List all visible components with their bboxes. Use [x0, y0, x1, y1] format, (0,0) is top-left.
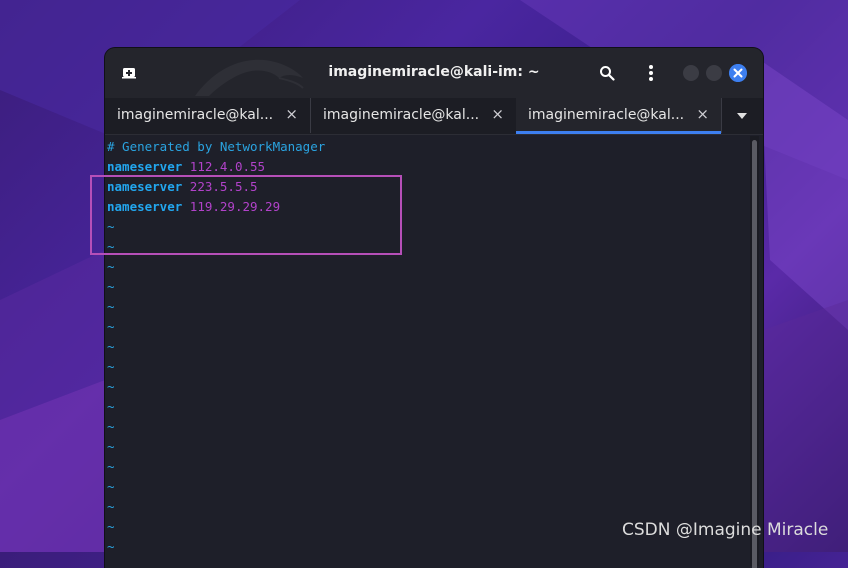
empty-line-marker: ~: [107, 479, 115, 494]
nameserver-ip: 112.4.0.55: [189, 159, 266, 174]
search-icon[interactable]: [599, 65, 615, 81]
nameserver-line: nameserver 112.4.0.55: [107, 157, 752, 177]
tab-bar: imaginemiracle@kal... × imaginemiracle@k…: [105, 98, 763, 135]
terminal-window: imaginemiracle@kali-im: ~ imaginemiracle…: [105, 48, 763, 568]
nameserver-keyword: nameserver: [107, 159, 183, 174]
tab-label: imaginemiracle@kal...: [323, 107, 480, 123]
tab-2[interactable]: imaginemiracle@kal... ×: [311, 98, 517, 133]
resolv-comment: # Generated by NetworkManager: [107, 139, 326, 154]
maximize-button[interactable]: [706, 65, 722, 81]
tab-close-icon[interactable]: ×: [285, 105, 298, 123]
empty-line-marker: ~: [107, 499, 115, 514]
tab-close-icon[interactable]: ×: [696, 105, 709, 123]
scrollbar[interactable]: [750, 136, 759, 568]
empty-line-marker: ~: [107, 419, 115, 434]
window-title: imaginemiracle@kali-im: ~: [328, 64, 540, 80]
empty-line-marker: ~: [107, 379, 115, 394]
empty-line-marker: ~: [107, 339, 115, 354]
tab-3-active[interactable]: imaginemiracle@kal... ×: [516, 98, 722, 134]
tab-label: imaginemiracle@kal...: [528, 107, 685, 123]
watermark: CSDN @Imagine Miracle: [622, 520, 829, 540]
highlight-box: [90, 175, 402, 255]
title-bar: imaginemiracle@kali-im: ~: [105, 48, 763, 98]
tab-1[interactable]: imaginemiracle@kal... ×: [105, 98, 311, 133]
empty-line-marker: ~: [107, 359, 115, 374]
empty-line-marker: ~: [107, 459, 115, 474]
empty-line-marker: ~: [107, 399, 115, 414]
chevron-down-icon: [737, 113, 747, 119]
empty-line-marker: ~: [107, 439, 115, 454]
close-icon[interactable]: [729, 64, 747, 82]
empty-line-marker: ~: [107, 259, 115, 274]
tab-label: imaginemiracle@kal...: [117, 107, 274, 123]
empty-line-marker: ~: [107, 279, 115, 294]
tab-list-dropdown[interactable]: [721, 98, 763, 133]
empty-line-marker: ~: [107, 299, 115, 314]
minimize-button[interactable]: [683, 65, 699, 81]
empty-line-marker: ~: [107, 319, 115, 334]
kebab-menu-icon[interactable]: [643, 64, 659, 82]
empty-line-marker: ~: [107, 539, 115, 554]
scrollbar-thumb[interactable]: [752, 140, 757, 568]
tab-close-icon[interactable]: ×: [491, 105, 504, 123]
